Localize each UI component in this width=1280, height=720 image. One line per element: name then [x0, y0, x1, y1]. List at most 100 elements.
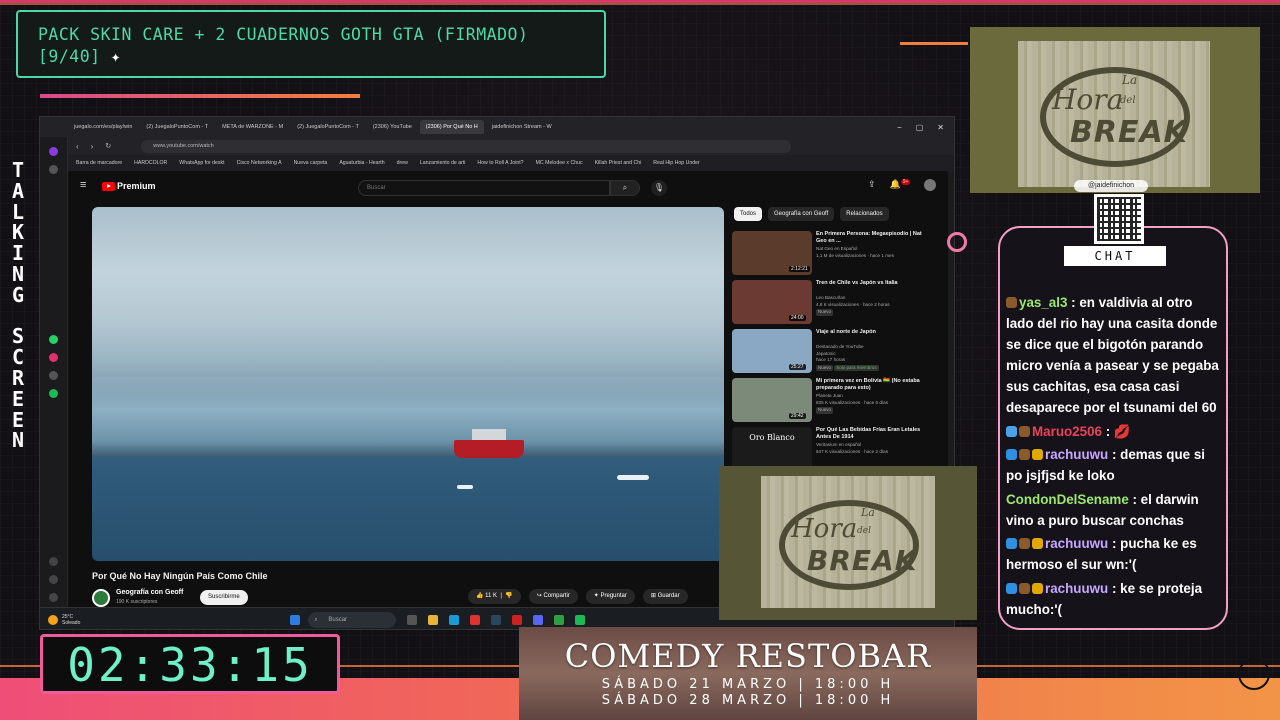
bookmark-item[interactable]: Real Hip Hop Under	[653, 160, 699, 166]
recommendation-title[interactable]: En Primera Persona: Megaepisodio | Nat G…	[816, 231, 928, 245]
ask-button[interactable]: ✦ Preguntar	[585, 589, 635, 604]
spotify-taskbar-icon[interactable]	[575, 614, 586, 625]
bookmark-item[interactable]: Lanzamiento de arti	[420, 160, 466, 166]
recommendation-item[interactable]: 29:42 Mi primera vez en Bolivia 🇧🇴 (No es…	[732, 378, 932, 426]
weather-widget[interactable]: 25°C Soleado	[48, 614, 80, 626]
youtube-logo[interactable]: Premium	[102, 181, 156, 192]
whatsapp-icon[interactable]	[49, 335, 58, 344]
like-button[interactable]: 👍 11 K | 👎	[468, 589, 521, 604]
more-icon[interactable]	[49, 593, 58, 602]
recommendation-title[interactable]: Por Qué Las Bebidas Frías Eran Letales A…	[816, 427, 928, 441]
browser-tab[interactable]: juegalo.com/es/play/win	[68, 120, 138, 134]
recommendation-item[interactable]: 2:12:21 En Primera Persona: Megaepisodio …	[732, 231, 932, 279]
chat-message: rachuuwu : demas que si po jsjfjsd ke lo…	[1006, 444, 1222, 486]
goal-bar	[40, 94, 360, 98]
chat-username[interactable]: Maruo2506	[1032, 424, 1102, 439]
forward-icon[interactable]: ›	[91, 142, 94, 151]
steam-icon[interactable]	[491, 614, 502, 625]
save-button[interactable]: ⊞ Guardar	[642, 589, 688, 604]
channel-avatar[interactable]	[92, 589, 110, 607]
home-icon[interactable]	[49, 165, 58, 174]
logo-break: BREAK	[1070, 115, 1188, 150]
history-icon[interactable]	[49, 575, 58, 584]
chat-username[interactable]: rachuuwu	[1045, 536, 1108, 551]
chat-badge-icon	[1019, 425, 1030, 437]
chat-username[interactable]: yas_al3	[1019, 295, 1067, 310]
browser-tab[interactable]: (2) JuegaloPuntoCom - T	[140, 120, 214, 134]
search-icon[interactable]: ⌕	[610, 180, 640, 196]
chat-badge-icon	[1006, 538, 1017, 549]
talking-screen-letter: E	[11, 386, 25, 411]
minimize-icon[interactable]: −	[897, 123, 902, 132]
filter-chip[interactable]: Geografía con Geoff	[768, 207, 835, 221]
bookmark-item[interactable]: MC Melodee x Chuc	[536, 160, 583, 166]
save-label: Guardar	[657, 593, 680, 599]
browser-tab[interactable]: (2306) YouTube	[367, 120, 418, 134]
edge-icon[interactable]	[449, 614, 460, 625]
bell-icon[interactable]: 🔔 9+	[890, 179, 911, 191]
xbox-icon[interactable]	[554, 614, 565, 625]
chat-badge-icon	[1006, 449, 1017, 460]
filter-chip[interactable]: Todos	[734, 207, 763, 221]
recommendation-title[interactable]: Mi primera vez en Bolivia 🇧🇴 (No estaba …	[816, 378, 928, 392]
talking-screen-letter: G	[11, 282, 25, 307]
discord-icon[interactable]	[533, 614, 544, 625]
maximize-icon[interactable]: ▢	[916, 123, 924, 132]
bookmark-item[interactable]: Barra de marcadore	[76, 160, 122, 166]
bookmark-item[interactable]: Killah Priest and Chi	[595, 160, 642, 166]
chat-message: CondonDelSename : el darwin vino a puro …	[1006, 489, 1222, 531]
channel-name[interactable]: Geografía con Geoff	[116, 589, 183, 596]
logo-del: del	[857, 526, 871, 536]
chat-message: yas_al3 : en valdivia al otro lado del r…	[1006, 292, 1222, 418]
chat-username[interactable]: CondonDelSename	[1006, 492, 1129, 507]
stream-overlay: PACK SKIN CARE + 2 CUADERNOS GOTH GTA (F…	[0, 0, 1280, 720]
recommendation-item[interactable]: 25:27 Viaje al norte de Japón Destacado de…	[732, 329, 932, 377]
folder-icon[interactable]	[428, 614, 439, 625]
tiktok-icon[interactable]	[49, 371, 58, 380]
recommendation-meta: Planeta Juan 835 K visualizaciones · hace…	[816, 393, 928, 414]
bookmark-item[interactable]: drew	[397, 160, 408, 166]
bookmark-item[interactable]: WhatsApp for deskt	[179, 160, 224, 166]
browser-tab[interactable]: (2) JuegaloPuntoCom - T	[291, 120, 365, 134]
chat-username[interactable]: rachuuwu	[1045, 581, 1108, 596]
opera-icon[interactable]	[49, 147, 58, 156]
stream-timer: 02:33:15	[40, 634, 340, 694]
chat-badge-icon	[1032, 449, 1043, 460]
app-icon[interactable]	[512, 614, 523, 625]
sparkle-icon: ✦	[110, 47, 122, 66]
bookmark-item[interactable]: Cisco Networking A	[237, 160, 282, 166]
upload-icon[interactable]: ⇪	[868, 179, 876, 191]
instagram-icon[interactable]	[49, 353, 58, 362]
talking-screen-letter: L	[11, 199, 25, 224]
reload-icon[interactable]: ↻	[105, 142, 111, 150]
browser-tab[interactable]: (2306) Por Qué No H	[419, 120, 484, 134]
heart-icon[interactable]	[49, 557, 58, 566]
taskbar-search[interactable]: ⌕ Buscar	[308, 611, 397, 628]
chat-username[interactable]: rachuuwu	[1045, 447, 1108, 462]
browser-tab[interactable]: META de WARZONE - M	[216, 120, 289, 134]
back-icon[interactable]: ‹	[76, 142, 79, 151]
youtube-search-input[interactable]: Buscar	[358, 180, 610, 196]
recommendation-item[interactable]: 24:00 Tren de Chile vs Japón vs Italia Leo…	[732, 280, 932, 328]
recommendation-title[interactable]: Viaje al norte de Japón	[816, 329, 928, 336]
bookmark-item[interactable]: How to Roll A Joint?	[477, 160, 523, 166]
recommendation-title[interactable]: Tren de Chile vs Japón vs Italia	[816, 280, 928, 287]
share-button[interactable]: ↪ Compartir	[528, 589, 578, 604]
bookmark-item[interactable]: Nueva carpeta	[294, 160, 328, 166]
filter-chip[interactable]: Relacionados	[840, 207, 889, 221]
recommendation-thumbnail[interactable]: Oro Blanco	[732, 427, 812, 471]
start-icon[interactable]	[290, 614, 301, 625]
close-icon[interactable]: ✕	[937, 123, 944, 132]
mic-icon[interactable]: 🎙	[651, 180, 667, 196]
hamburger-menu-icon[interactable]: ≡	[80, 179, 86, 191]
subscribe-button[interactable]: Suscribirme	[200, 590, 248, 605]
video-player[interactable]	[92, 207, 724, 561]
taskview-icon[interactable]	[407, 614, 418, 625]
browser-tab[interactable]: jaidefinichon Stream - W	[486, 120, 558, 134]
bookmark-item[interactable]: Aguaturbia - Hearth	[339, 160, 384, 166]
bookmark-item[interactable]: HARDCOLOR	[134, 160, 167, 166]
spotify-icon[interactable]	[49, 389, 58, 398]
url-field[interactable]: www.youtube.com/watch	[141, 139, 792, 153]
avatar[interactable]	[924, 179, 937, 191]
opera-taskbar-icon[interactable]	[470, 614, 481, 625]
